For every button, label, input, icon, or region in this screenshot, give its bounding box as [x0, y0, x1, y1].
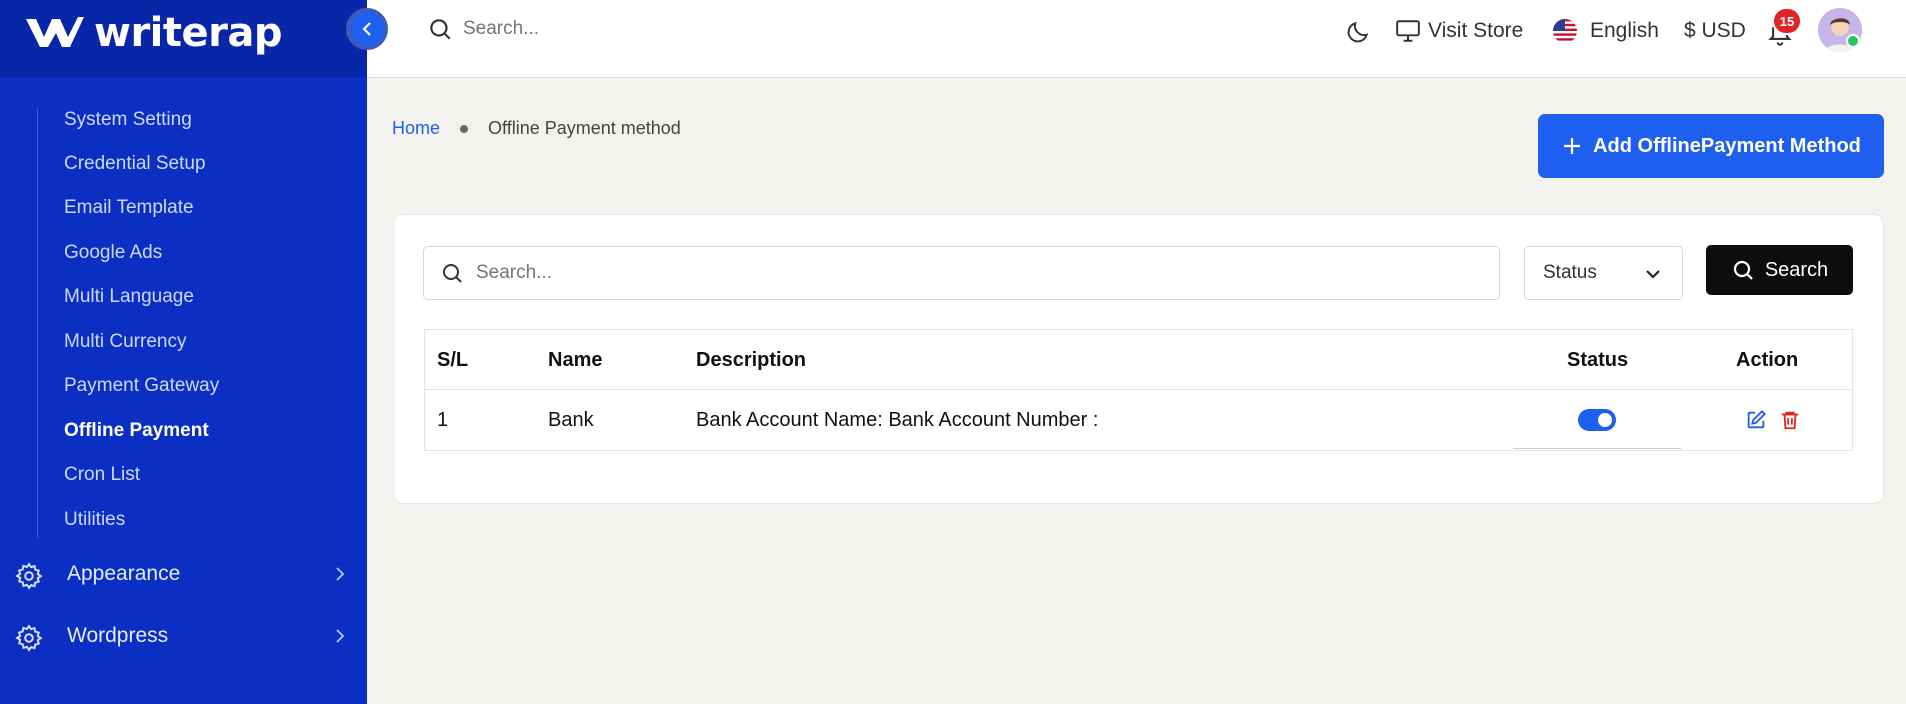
search-button[interactable]: Search: [1706, 245, 1853, 295]
status-toggle[interactable]: [1578, 409, 1616, 431]
column-header-status: Status: [1567, 348, 1629, 371]
sidebar: writerap System Setting Credential Setup…: [0, 0, 367, 704]
search-icon: [1733, 260, 1753, 280]
table-search-input[interactable]: [476, 262, 1376, 284]
sidebar-collapse-button[interactable]: [346, 8, 388, 50]
breadcrumb-separator: [460, 124, 469, 133]
status-filter-select[interactable]: Status: [1524, 246, 1683, 300]
table-search[interactable]: [423, 246, 1500, 300]
logo[interactable]: writerap: [24, 10, 283, 56]
search-icon: [430, 19, 451, 40]
sidebar-item-cron-list[interactable]: Cron List: [64, 464, 140, 486]
payment-methods-table: S/L Name Description Status Action 1 Ban…: [424, 329, 1853, 451]
sidebar-item-offline-payment[interactable]: Offline Payment: [64, 420, 209, 442]
chevron-right-icon: [336, 567, 345, 581]
cell-description: Bank Account Name: Bank Account Number :: [696, 408, 1099, 431]
currency-label: $ USD: [1684, 19, 1746, 42]
breadcrumb: Home Offline Payment method: [392, 118, 681, 139]
add-button-label: Add OfflinePayment Method: [1593, 134, 1861, 157]
logo-icon: [26, 17, 84, 47]
sidebar-item-label: Wordpress: [67, 624, 169, 647]
sidebar-item-multi-currency[interactable]: Multi Currency: [64, 331, 186, 353]
cell-action: [1745, 390, 1801, 450]
search-icon: [443, 264, 462, 283]
payment-methods-card: Status Search S/L Name Description Statu…: [393, 214, 1884, 504]
cell-status: [1578, 390, 1616, 450]
sidebar-item-appearance[interactable]: Appearance: [0, 549, 367, 599]
top-header: [367, 0, 1906, 78]
cell-name: Bank: [548, 408, 594, 431]
sidebar-item-email-template[interactable]: Email Template: [64, 197, 194, 219]
monitor-icon: [1396, 20, 1420, 42]
submenu-line: [37, 108, 38, 538]
currency-selector[interactable]: $ USD: [1684, 16, 1746, 46]
logo-text: writerap: [94, 10, 283, 56]
sidebar-item-wordpress[interactable]: Wordpress: [0, 611, 367, 661]
column-header-description: Description: [696, 348, 807, 371]
online-status-dot: [1846, 34, 1860, 48]
sidebar-item-google-ads[interactable]: Google Ads: [64, 242, 162, 264]
language-selector[interactable]: English: [1552, 16, 1659, 46]
sidebar-item-system-setting[interactable]: System Setting: [64, 109, 192, 131]
breadcrumb-home[interactable]: Home: [392, 118, 440, 139]
header-search[interactable]: [427, 16, 763, 42]
language-label: English: [1590, 19, 1659, 42]
sidebar-item-label: Appearance: [67, 562, 181, 585]
gear-icon: [15, 624, 43, 652]
column-header-sl: S/L: [437, 348, 469, 371]
status-underline: [1513, 448, 1681, 449]
visit-store-label: Visit Store: [1428, 19, 1524, 42]
chevron-right-icon: [336, 629, 345, 643]
plus-icon: [1564, 138, 1581, 154]
sidebar-item-multi-language[interactable]: Multi Language: [64, 286, 194, 308]
chevron-down-icon: [1646, 270, 1660, 279]
column-header-action: Action: [1736, 348, 1799, 371]
logo-bar: writerap: [0, 0, 367, 78]
status-filter-label: Status: [1543, 262, 1597, 283]
table-row: 1 Bank Bank Account Name: Bank Account N…: [425, 390, 1852, 450]
sidebar-item-utilities[interactable]: Utilities: [64, 509, 125, 531]
add-offline-payment-button[interactable]: Add OfflinePayment Method: [1538, 114, 1884, 178]
us-flag-icon: [1553, 19, 1577, 43]
breadcrumb-current: Offline Payment method: [488, 118, 681, 138]
cell-sl: 1: [437, 408, 449, 431]
sidebar-item-credential-setup[interactable]: Credential Setup: [64, 153, 206, 175]
gear-icon: [15, 562, 43, 590]
sidebar-item-payment-gateway[interactable]: Payment Gateway: [64, 375, 219, 397]
chevron-left-icon: [362, 22, 371, 36]
header-search-input[interactable]: [463, 18, 763, 40]
moon-icon[interactable]: [1345, 19, 1371, 45]
column-header-name: Name: [548, 348, 603, 371]
table-header-row: S/L Name Description Status Action: [425, 330, 1852, 390]
search-button-label: Search: [1764, 258, 1829, 281]
edit-icon[interactable]: [1745, 409, 1767, 431]
trash-icon[interactable]: [1779, 409, 1801, 431]
visit-store-link[interactable]: Visit Store: [1394, 16, 1523, 46]
notification-badge: 15: [1772, 7, 1802, 35]
